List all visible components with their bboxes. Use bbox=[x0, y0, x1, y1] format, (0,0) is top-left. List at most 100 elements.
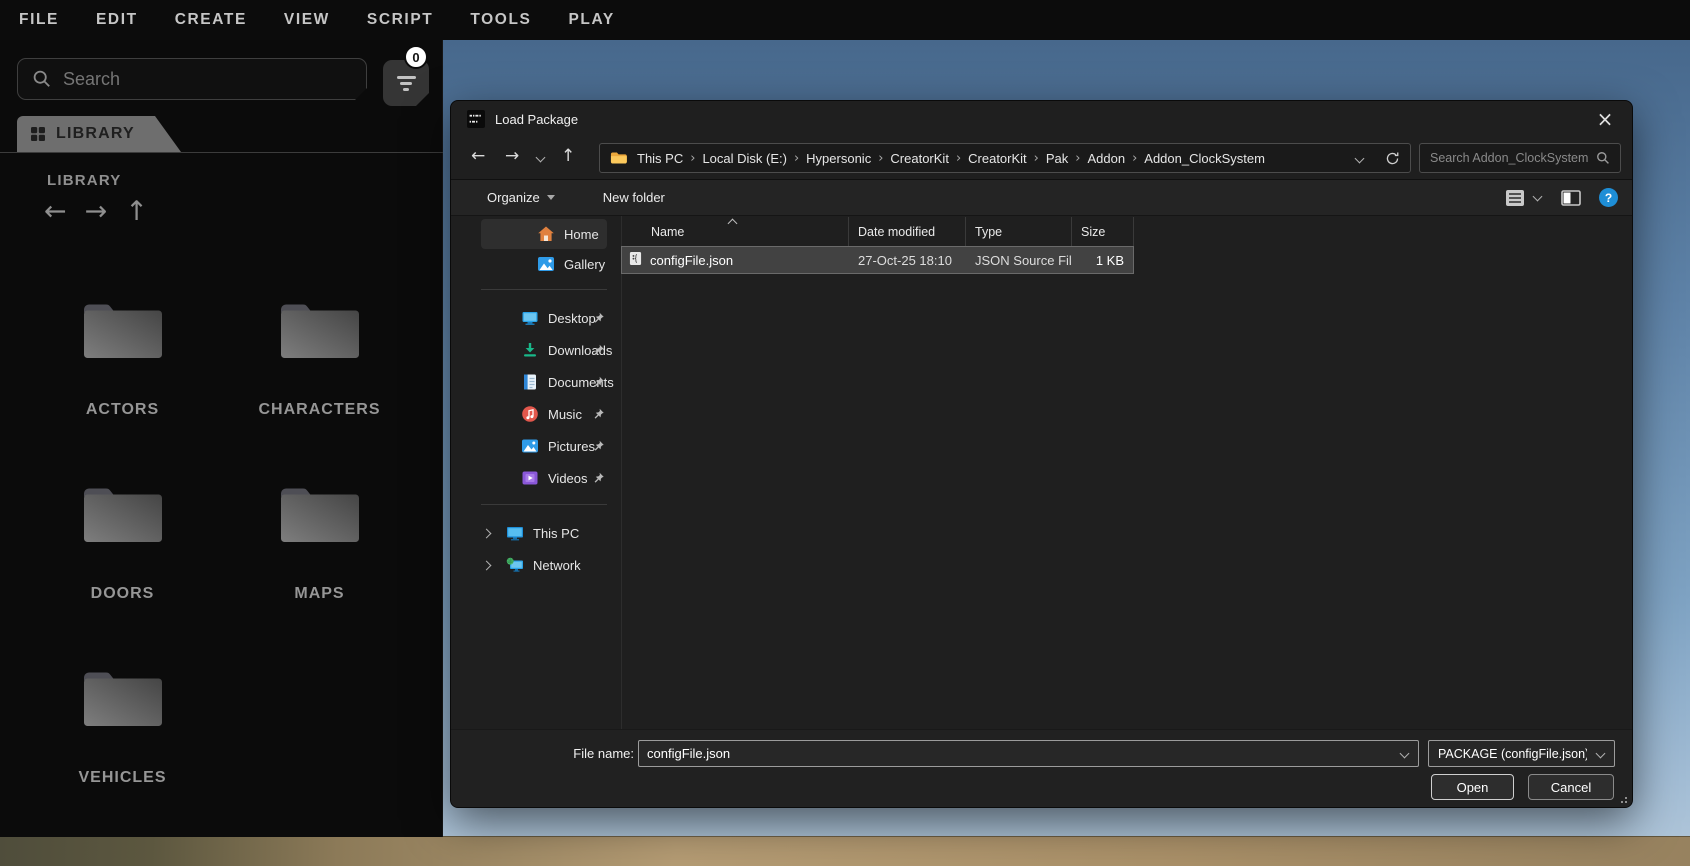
sidebar-item-videos[interactable]: Videos bbox=[481, 462, 607, 494]
sidebar-item-downloads[interactable]: Downloads bbox=[481, 334, 607, 366]
sidebar-item-label: Pictures bbox=[548, 439, 595, 454]
menu-item-tools[interactable]: TOOLS bbox=[470, 11, 531, 29]
sidebar-item-music[interactable]: Music bbox=[481, 398, 607, 430]
sidebar-item-this-pc[interactable]: This PC bbox=[481, 517, 607, 549]
dialog-toolbar: Organize New folder ? bbox=[451, 179, 1632, 216]
recent-locations-icon[interactable] bbox=[536, 153, 546, 163]
folder-icon bbox=[81, 298, 165, 365]
menu-item-edit[interactable]: EDIT bbox=[96, 11, 138, 29]
breadcrumb-separator-icon: › bbox=[794, 151, 799, 166]
open-button[interactable]: Open bbox=[1431, 774, 1514, 800]
column-header-date-modified[interactable]: Date modified bbox=[849, 217, 966, 247]
menu-item-script[interactable]: SCRIPT bbox=[367, 11, 433, 29]
breadcrumb-item-creatorkit[interactable]: CreatorKit bbox=[888, 151, 951, 166]
sidebar-divider bbox=[621, 216, 622, 729]
dialog-footer: File name: PACKAGE (configFile.json) Ope… bbox=[451, 729, 1632, 807]
breadcrumb: This PC›Local Disk (E:)›Hypersonic›Creat… bbox=[635, 151, 1267, 166]
chevron-right-icon[interactable] bbox=[482, 560, 492, 570]
address-bar[interactable]: This PC›Local Disk (E:)›Hypersonic›Creat… bbox=[599, 143, 1411, 173]
folder-icon bbox=[81, 482, 165, 549]
library-folder-characters[interactable]: CHARACTERS bbox=[221, 290, 418, 474]
dialog-search-input[interactable] bbox=[1430, 151, 1590, 165]
refresh-icon[interactable] bbox=[1385, 151, 1400, 166]
folder-icon bbox=[81, 666, 165, 733]
documents-icon bbox=[521, 373, 539, 391]
library-section-title: LIBRARY bbox=[47, 172, 122, 189]
dialog-body: HomeGallery DesktopDownloadsDocuments Musi… bbox=[451, 216, 1632, 729]
library-folder-maps[interactable]: MAPS bbox=[221, 474, 418, 658]
library-folder-doors[interactable]: DOORS bbox=[24, 474, 221, 658]
sidebar-item-documents[interactable]: Documents bbox=[481, 366, 607, 398]
sort-ascending-icon bbox=[728, 219, 738, 229]
file-row-configfile-json[interactable]: configFile.json27-Oct-25 18:10JSON Sourc… bbox=[622, 247, 1133, 273]
file-type-cell: JSON Source File bbox=[966, 253, 1072, 268]
pin-icon bbox=[592, 472, 605, 485]
breadcrumb-item-this-pc[interactable]: This PC bbox=[635, 151, 685, 166]
file-name-input[interactable] bbox=[639, 746, 1391, 761]
back-arrow-icon[interactable]: ← bbox=[44, 198, 67, 225]
chevron-down-icon[interactable] bbox=[1400, 749, 1410, 759]
sidebar-item-home[interactable]: Home bbox=[481, 219, 607, 249]
up-arrow-icon[interactable]: ↑ bbox=[125, 198, 148, 225]
sidebar-item-label: Music bbox=[548, 407, 582, 422]
folder-label: CHARACTERS bbox=[259, 401, 381, 419]
sidebar-item-pictures[interactable]: Pictures bbox=[481, 430, 607, 462]
dialog-search-box[interactable] bbox=[1419, 143, 1621, 173]
pictures-icon bbox=[521, 437, 539, 455]
menu-item-play[interactable]: PLAY bbox=[568, 11, 614, 29]
chevron-down-icon bbox=[1596, 749, 1606, 759]
column-header-name[interactable]: Name bbox=[621, 217, 849, 247]
dialog-titlebar[interactable]: Load Package × bbox=[451, 101, 1632, 137]
help-icon[interactable]: ? bbox=[1599, 188, 1618, 207]
home-icon bbox=[537, 225, 555, 243]
resize-grip[interactable] bbox=[1615, 791, 1627, 803]
breadcrumb-item-pak[interactable]: Pak bbox=[1044, 151, 1070, 166]
nav-up-icon[interactable]: ↑ bbox=[561, 146, 575, 166]
sidebar-item-gallery[interactable]: Gallery bbox=[481, 249, 607, 279]
library-search-box[interactable] bbox=[17, 58, 367, 100]
pin-icon bbox=[592, 440, 605, 453]
address-dropdown-icon[interactable] bbox=[1355, 153, 1365, 163]
close-icon[interactable]: × bbox=[1586, 101, 1624, 137]
nav-forward-icon[interactable]: → bbox=[505, 146, 519, 166]
breadcrumb-item-hypersonic[interactable]: Hypersonic bbox=[804, 151, 873, 166]
breadcrumb-item-addon-clocksystem[interactable]: Addon_ClockSystem bbox=[1142, 151, 1267, 166]
nav-back-icon[interactable]: ← bbox=[471, 146, 485, 166]
tab-library[interactable]: LIBRARY bbox=[17, 116, 181, 152]
forward-arrow-icon[interactable]: → bbox=[85, 198, 108, 225]
column-header-size[interactable]: Size bbox=[1072, 217, 1134, 247]
cancel-button[interactable]: Cancel bbox=[1528, 774, 1614, 800]
menu-item-create[interactable]: CREATE bbox=[175, 11, 247, 29]
breadcrumb-item-local-disk-e-[interactable]: Local Disk (E:) bbox=[700, 151, 789, 166]
file-type-select[interactable]: PACKAGE (configFile.json) bbox=[1428, 740, 1615, 767]
breadcrumb-item-creatorkit[interactable]: CreatorKit bbox=[966, 151, 1029, 166]
library-folder-vehicles[interactable]: VEHICLES bbox=[24, 658, 221, 842]
preview-pane-icon[interactable] bbox=[1561, 190, 1581, 206]
tab-underline bbox=[0, 152, 443, 153]
file-type-value: PACKAGE (configFile.json) bbox=[1429, 747, 1587, 761]
organize-button[interactable]: Organize bbox=[487, 190, 555, 205]
folder-icon bbox=[610, 151, 627, 165]
file-name-combo[interactable] bbox=[638, 740, 1419, 767]
folder-label: MAPS bbox=[294, 585, 344, 603]
column-header-type[interactable]: Type bbox=[966, 217, 1072, 247]
filter-count-badge: 0 bbox=[404, 45, 428, 69]
desktop-icon bbox=[521, 309, 539, 327]
library-folder-actors[interactable]: ACTORS bbox=[24, 290, 221, 474]
sidebar-item-label: Videos bbox=[548, 471, 588, 486]
breadcrumb-item-addon[interactable]: Addon bbox=[1085, 151, 1127, 166]
new-folder-label: New folder bbox=[603, 190, 665, 205]
sidebar-separator bbox=[481, 504, 607, 505]
file-size-cell: 1 KB bbox=[1072, 253, 1132, 268]
menu-item-view[interactable]: VIEW bbox=[284, 11, 330, 29]
view-dropdown-icon[interactable] bbox=[1533, 191, 1543, 201]
sidebar-item-desktop[interactable]: Desktop bbox=[481, 302, 607, 334]
new-folder-button[interactable]: New folder bbox=[603, 190, 665, 205]
details-view-icon[interactable] bbox=[1504, 189, 1526, 207]
load-package-dialog: Load Package × ← → ↑ This PC › Local Disk … bbox=[450, 100, 1633, 808]
dialog-sidebar: HomeGallery DesktopDownloadsDocuments Musi… bbox=[481, 219, 607, 581]
library-search-input[interactable] bbox=[63, 69, 366, 90]
chevron-right-icon[interactable] bbox=[482, 528, 492, 538]
sidebar-item-network[interactable]: Network bbox=[481, 549, 607, 581]
menu-item-file[interactable]: FILE bbox=[19, 11, 59, 29]
